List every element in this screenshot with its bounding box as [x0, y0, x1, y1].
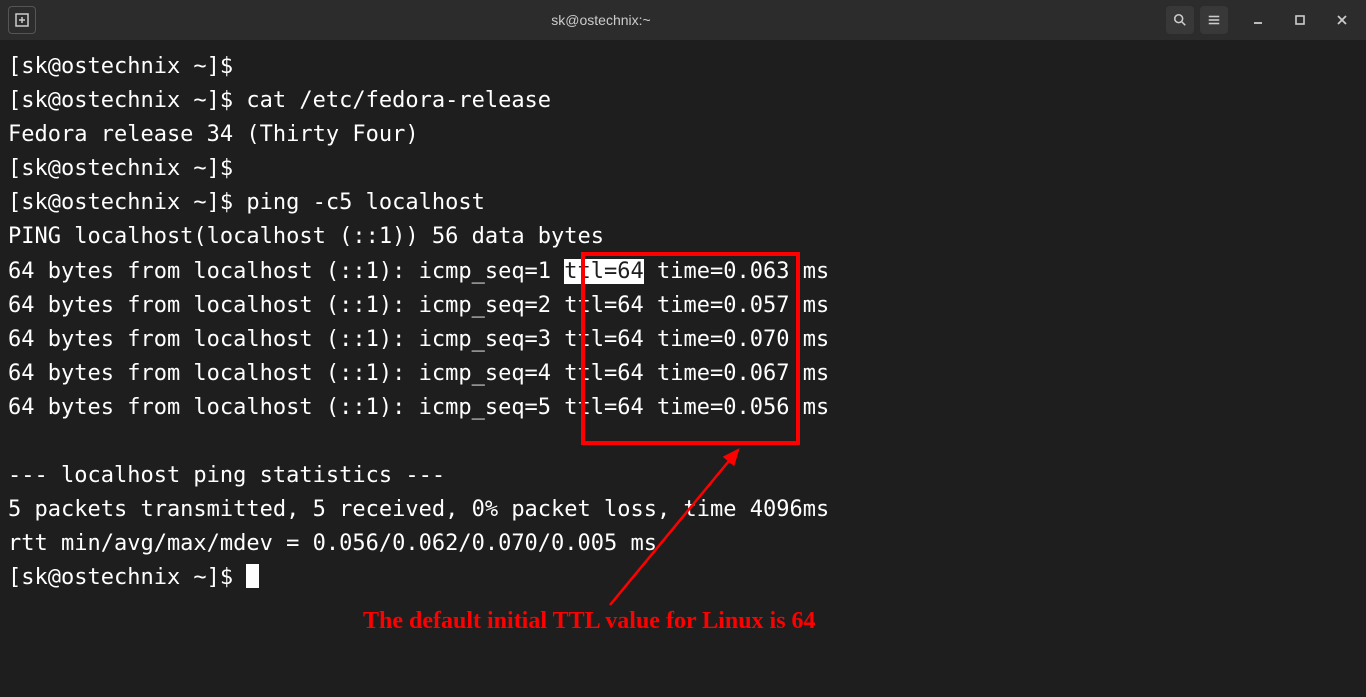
- terminal-line: [sk@ostechnix ~]$ cat /etc/fedora-releas…: [8, 84, 1358, 118]
- ping-post: time=0.057 ms: [644, 293, 829, 318]
- search-icon: [1173, 13, 1187, 27]
- menu-button[interactable]: [1200, 6, 1228, 34]
- hamburger-icon: [1207, 13, 1221, 27]
- terminal-line: 64 bytes from localhost (::1): icmp_seq=…: [8, 323, 1358, 357]
- ping-post: time=0.070 ms: [644, 327, 829, 352]
- ping-pre: 64 bytes from localhost (::1): icmp_seq=…: [8, 327, 564, 352]
- terminal-line: [sk@ostechnix ~]$: [8, 561, 1358, 595]
- terminal-line: [sk@ostechnix ~]$: [8, 152, 1358, 186]
- terminal-line: [8, 425, 1358, 459]
- maximize-button[interactable]: [1288, 8, 1312, 32]
- search-button[interactable]: [1166, 6, 1194, 34]
- terminal-line: --- localhost ping statistics ---: [8, 459, 1358, 493]
- ping-pre: 64 bytes from localhost (::1): icmp_seq=…: [8, 361, 564, 386]
- titlebar-left: [8, 6, 36, 34]
- ping-ttl: ttl=64: [564, 361, 643, 386]
- terminal-line: 5 packets transmitted, 5 received, 0% pa…: [8, 493, 1358, 527]
- annotation-text: The default initial TTL value for Linux …: [363, 608, 816, 635]
- ping-ttl: ttl=64: [564, 293, 643, 318]
- new-tab-button[interactable]: [8, 6, 36, 34]
- terminal-line: [sk@ostechnix ~]$ ping -c5 localhost: [8, 186, 1358, 220]
- maximize-icon: [1295, 15, 1305, 25]
- ping-pre: 64 bytes from localhost (::1): icmp_seq=…: [8, 293, 564, 318]
- terminal-line: 64 bytes from localhost (::1): icmp_seq=…: [8, 289, 1358, 323]
- new-tab-icon: [14, 12, 30, 28]
- titlebar-right: [1166, 6, 1358, 34]
- terminal-area[interactable]: [sk@ostechnix ~]$ [sk@ostechnix ~]$ cat …: [0, 40, 1366, 606]
- ping-post: time=0.063 ms: [644, 259, 829, 284]
- terminal-line: 64 bytes from localhost (::1): icmp_seq=…: [8, 391, 1358, 425]
- ping-pre: 64 bytes from localhost (::1): icmp_seq=…: [8, 259, 564, 284]
- window-title: sk@ostechnix:~: [36, 12, 1166, 28]
- ping-post: time=0.067 ms: [644, 361, 829, 386]
- terminal-line: Fedora release 34 (Thirty Four): [8, 118, 1358, 152]
- terminal-line: [sk@ostechnix ~]$: [8, 50, 1358, 84]
- ping-ttl: ttl=64: [564, 395, 643, 420]
- terminal-line: PING localhost(localhost (::1)) 56 data …: [8, 220, 1358, 254]
- ping-pre: 64 bytes from localhost (::1): icmp_seq=…: [8, 395, 564, 420]
- terminal-line: rtt min/avg/max/mdev = 0.056/0.062/0.070…: [8, 527, 1358, 561]
- minimize-button[interactable]: [1246, 8, 1270, 32]
- terminal-line: 64 bytes from localhost (::1): icmp_seq=…: [8, 255, 1358, 289]
- minimize-icon: [1253, 15, 1263, 25]
- cursor: [246, 564, 259, 588]
- close-icon: [1337, 15, 1347, 25]
- terminal-line: 64 bytes from localhost (::1): icmp_seq=…: [8, 357, 1358, 391]
- close-button[interactable]: [1330, 8, 1354, 32]
- ping-ttl: ttl=64: [564, 259, 643, 284]
- ping-post: time=0.056 ms: [644, 395, 829, 420]
- titlebar: sk@ostechnix:~: [0, 0, 1366, 40]
- ping-ttl: ttl=64: [564, 327, 643, 352]
